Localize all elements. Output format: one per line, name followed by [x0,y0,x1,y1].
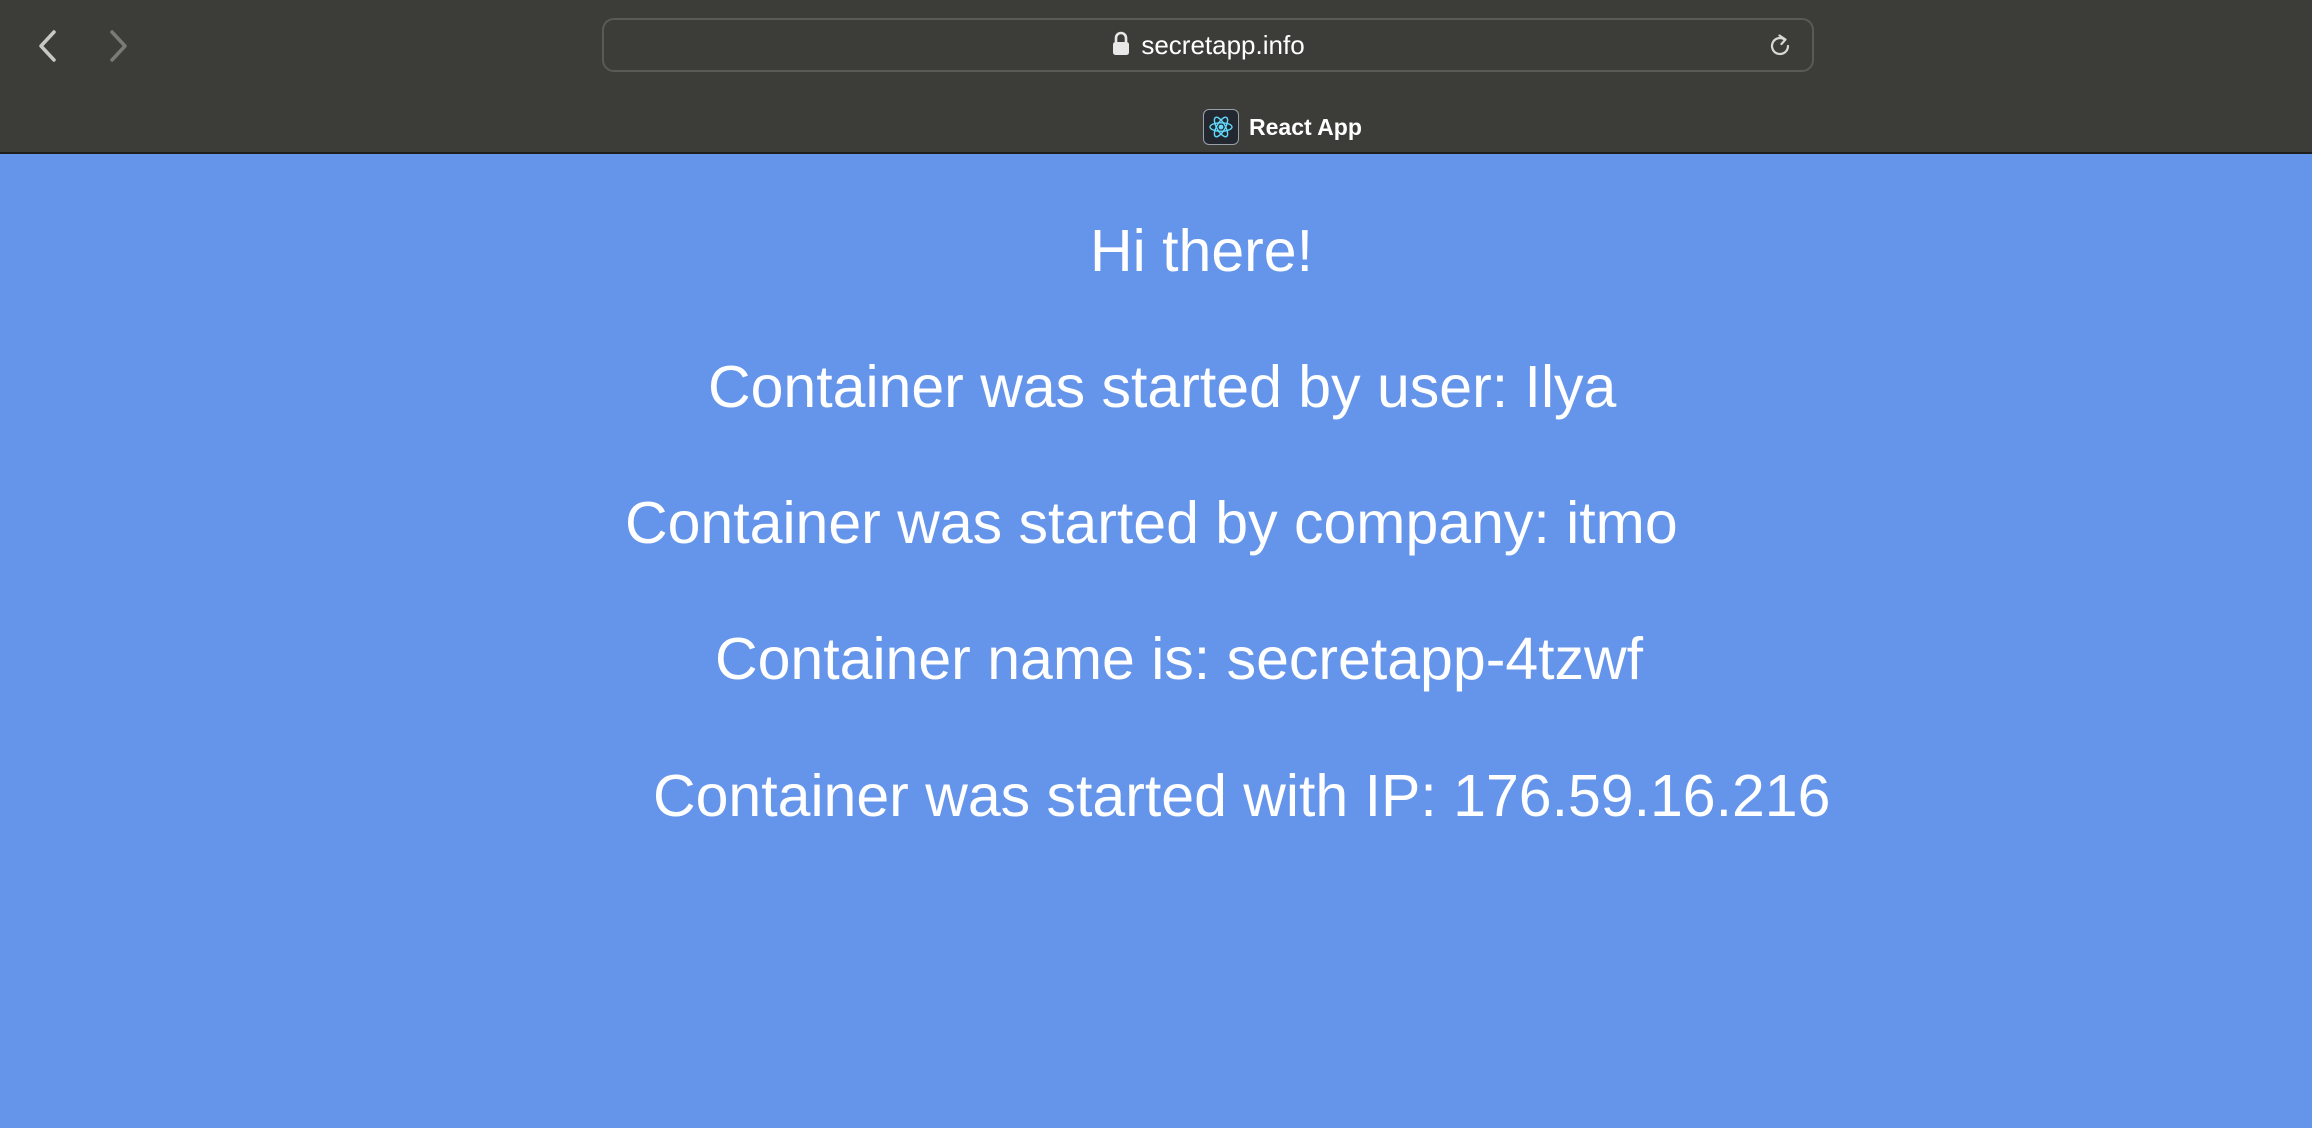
page-content: Hi there! Container was started by user:… [0,154,2312,1128]
tab-react-app[interactable]: React App [1203,108,1362,146]
container-company-text: Container was started by company: itmo [625,490,1678,556]
reload-icon[interactable] [1766,32,1794,60]
url-text: secretapp.info [1141,29,1305,60]
chevron-left-icon [39,30,56,62]
greeting-heading: Hi there! [1090,218,1313,284]
address-bar[interactable]: secretapp.info [602,18,1814,72]
react-logo-icon [1203,109,1239,145]
lock-icon [1113,31,1130,55]
browser-toolbar: secretapp.info React App [0,0,2312,154]
container-ip-text: Container was started with IP: 176.59.16… [653,763,1831,829]
container-name-text: Container name is: secretapp-4tzwf [715,626,1644,692]
forward-button[interactable] [92,22,144,70]
chevron-right-icon [110,30,127,62]
tab-title: React App [1249,113,1362,140]
container-user-text: Container was started by user: Ilya [708,354,1617,420]
back-button[interactable] [22,22,74,70]
browser-window: secretapp.info React App Hi there! Conta… [0,0,2312,1128]
